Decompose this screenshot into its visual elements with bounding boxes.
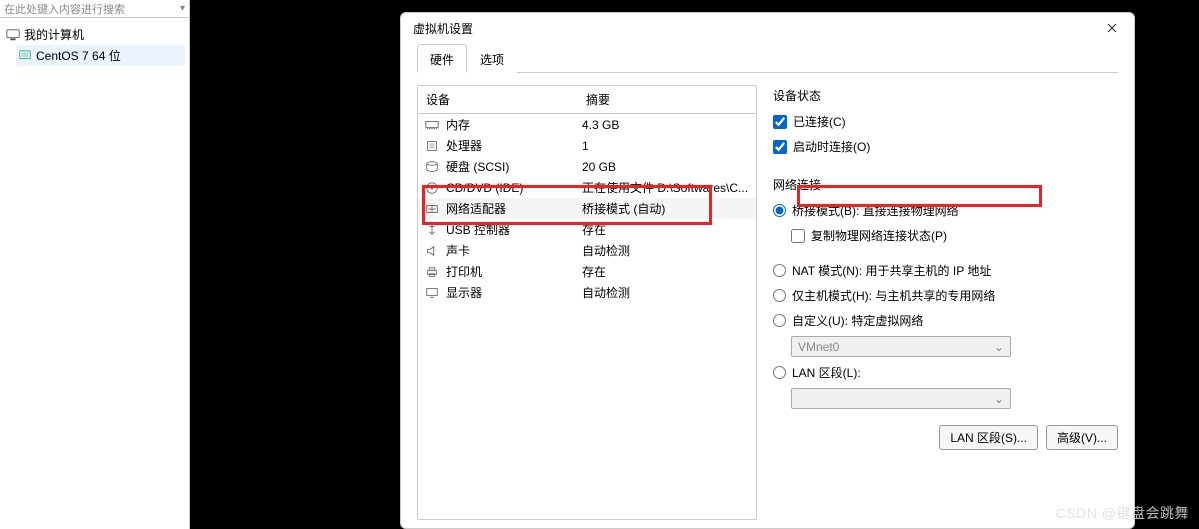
close-button[interactable] [1098, 16, 1126, 40]
computer-icon [6, 28, 20, 42]
chk-connect-poweron[interactable]: 启动时连接(O) [773, 137, 1118, 156]
hardware-name: 显示器 [446, 284, 482, 301]
hardware-summary: 1 [578, 139, 756, 153]
tab-hardware[interactable]: 硬件 [417, 44, 467, 73]
radio-bridged[interactable]: 桥接模式(B): 直接连接物理网络 [773, 201, 1118, 220]
hardware-name: 打印机 [446, 263, 482, 280]
hardware-row[interactable]: 打印机 存在 [418, 261, 756, 282]
hardware-name: 内存 [446, 116, 470, 133]
memory-icon [424, 118, 440, 132]
hardware-row[interactable]: USB 控制器 存在 [418, 219, 756, 240]
display-icon [424, 286, 440, 300]
hardware-row[interactable]: 网络适配器 桥接模式 (自动) [418, 198, 756, 219]
hardware-summary: 4.3 GB [578, 118, 756, 132]
radio-nat-input[interactable] [773, 264, 786, 277]
hardware-name: USB 控制器 [446, 221, 510, 238]
usb-icon [424, 223, 440, 237]
hardware-summary: 存在 [578, 263, 756, 280]
hardware-row[interactable]: 声卡 自动检测 [418, 240, 756, 261]
dialog-title: 虚拟机设置 [413, 20, 1098, 37]
radio-hostonly-input[interactable] [773, 289, 786, 302]
chk-connected-input[interactable] [773, 115, 787, 129]
radio-nat-label: NAT 模式(N): 用于共享主机的 IP 地址 [792, 262, 991, 279]
radio-lan[interactable]: LAN 区段(L): [773, 363, 1118, 382]
tree-item-vm[interactable]: CentOS 7 64 位 [16, 45, 185, 66]
col-device: 设备 [418, 86, 578, 113]
radio-bridged-input[interactable] [773, 204, 786, 217]
network-title: 网络连接 [773, 176, 1118, 193]
hardware-summary: 自动检测 [578, 284, 756, 301]
disk-icon [424, 160, 440, 174]
radio-custom[interactable]: 自定义(U): 特定虚拟网络 [773, 311, 1118, 330]
hardware-name: 处理器 [446, 137, 482, 154]
chevron-down-icon: ⌄ [994, 392, 1004, 406]
radio-custom-input[interactable] [773, 314, 786, 327]
nic-icon [424, 202, 440, 216]
library-panel: 在此处键入内容进行搜索 ▾ 我的计算机 CentOS 7 64 位 [0, 0, 190, 529]
radio-nat[interactable]: NAT 模式(N): 用于共享主机的 IP 地址 [773, 261, 1118, 280]
chevron-down-icon: ⌄ [994, 340, 1004, 354]
hardware-header: 设备 摘要 [418, 86, 756, 114]
radio-hostonly-label: 仅主机模式(H): 与主机共享的专用网络 [792, 287, 995, 304]
vm-tree: 我的计算机 CentOS 7 64 位 [0, 18, 189, 72]
chk-connect-poweron-input[interactable] [773, 140, 787, 154]
hardware-row[interactable]: 硬盘 (SCSI) 20 GB [418, 156, 756, 177]
sound-icon [424, 244, 440, 258]
hardware-list: 设备 摘要 内存 4.3 GB 处理器 1 硬盘 (SCSI) 20 GB CD/DVD (… [417, 85, 757, 520]
tab-options[interactable]: 选项 [467, 44, 517, 73]
hardware-row[interactable]: 处理器 1 [418, 135, 756, 156]
hardware-summary: 自动检测 [578, 242, 756, 259]
hardware-summary: 桥接模式 (自动) [578, 200, 756, 217]
custom-vnet-combo: VMnet0 ⌄ [791, 336, 1011, 357]
status-title: 设备状态 [773, 87, 1118, 104]
hardware-row[interactable]: 内存 4.3 GB [418, 114, 756, 135]
hardware-summary: 正在使用文件 D:\Softwares\C... [578, 179, 756, 196]
hardware-summary: 存在 [578, 221, 756, 238]
chk-replicate-label: 复制物理网络连接状态(P) [811, 227, 947, 244]
col-summary: 摘要 [578, 86, 756, 113]
lan-segment-combo: ⌄ [791, 388, 1011, 409]
hardware-row[interactable]: 显示器 自动检测 [418, 282, 756, 303]
tabs: 硬件 选项 [417, 43, 1118, 73]
radio-lan-input[interactable] [773, 366, 786, 379]
cd-icon [424, 181, 440, 195]
radio-hostonly[interactable]: 仅主机模式(H): 与主机共享的专用网络 [773, 286, 1118, 305]
hardware-name: CD/DVD (IDE) [446, 181, 523, 195]
radio-custom-label: 自定义(U): 特定虚拟网络 [792, 312, 923, 329]
hardware-name: 声卡 [446, 242, 470, 259]
search-placeholder: 在此处键入内容进行搜索 [4, 1, 125, 17]
radio-lan-label: LAN 区段(L): [792, 364, 861, 381]
chk-connected-label: 已连接(C) [793, 113, 846, 130]
search-input[interactable]: 在此处键入内容进行搜索 ▾ [0, 0, 189, 18]
tree-root-computer[interactable]: 我的计算机 [4, 24, 185, 45]
titlebar: 虚拟机设置 [401, 13, 1134, 43]
chevron-down-icon: ▾ [180, 3, 185, 14]
vm-settings-dialog: 虚拟机设置 硬件 选项 设备 摘要 内存 4.3 GB 处理器 1 硬盘 (SCSI) 2… [400, 12, 1135, 529]
tree-root-label: 我的计算机 [24, 26, 84, 43]
chk-connected[interactable]: 已连接(C) [773, 112, 1118, 131]
lan-segments-button[interactable]: LAN 区段(S)... [939, 425, 1038, 450]
printer-icon [424, 265, 440, 279]
radio-bridged-label: 桥接模式(B): 直接连接物理网络 [792, 202, 959, 219]
chk-connect-poweron-label: 启动时连接(O) [793, 138, 870, 155]
vm-icon [18, 49, 32, 63]
tree-vm-label: CentOS 7 64 位 [36, 47, 121, 64]
hardware-row[interactable]: CD/DVD (IDE) 正在使用文件 D:\Softwares\C... [418, 177, 756, 198]
close-icon [1107, 23, 1117, 33]
device-settings: 设备状态 已连接(C) 启动时连接(O) 网络连接 桥接模式(B): 直接连接物… [773, 85, 1118, 520]
chk-replicate[interactable]: 复制物理网络连接状态(P) [791, 226, 1118, 245]
hardware-name: 网络适配器 [446, 200, 506, 217]
chk-replicate-input[interactable] [791, 229, 805, 243]
custom-vnet-value: VMnet0 [798, 340, 839, 354]
cpu-icon [424, 139, 440, 153]
hardware-summary: 20 GB [578, 160, 756, 174]
watermark: CSDN @键盘会跳舞 [1056, 503, 1189, 523]
hardware-name: 硬盘 (SCSI) [446, 158, 509, 175]
advanced-button[interactable]: 高级(V)... [1046, 425, 1118, 450]
